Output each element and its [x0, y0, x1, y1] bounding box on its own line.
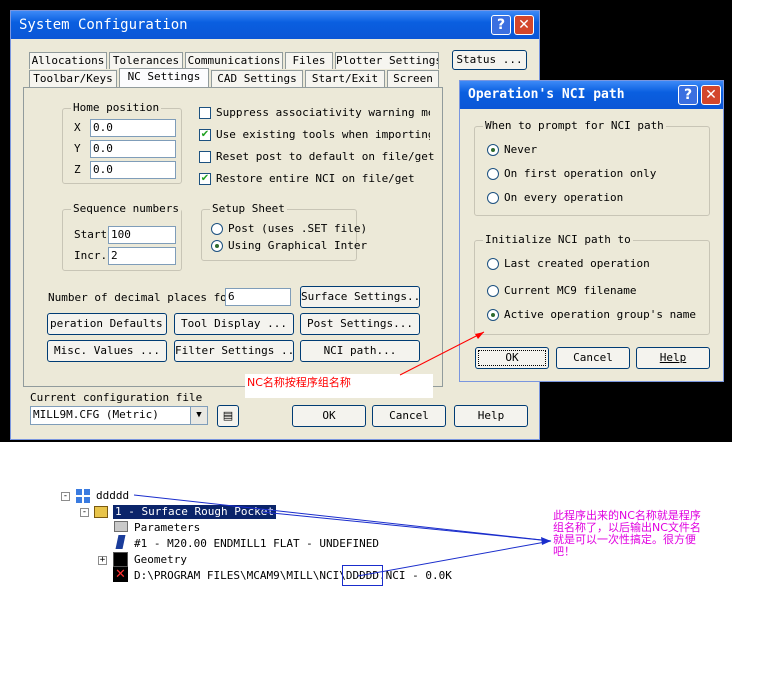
option-label: Use existing tools when importing op	[216, 128, 430, 141]
incr-label: Incr.	[74, 249, 108, 262]
checkbox-use-existing-tools[interactable]: ✔	[199, 129, 211, 141]
init-option-mc9: Current MC9 filename	[504, 284, 637, 297]
checkbox-reset-post[interactable]	[199, 151, 211, 163]
nci-dialog-title: Operation's NCI path	[468, 87, 625, 102]
operation-defaults-button[interactable]: peration Defaults ..	[47, 313, 167, 335]
radio-last-created[interactable]	[487, 258, 499, 270]
nci-help-button[interactable]: Help	[636, 347, 710, 369]
home-y-field[interactable]: 0.0	[90, 140, 176, 158]
nci-path-dialog: Operation's NCI path ? ✕ When to prompt …	[459, 80, 724, 382]
tab-files[interactable]: Files	[285, 52, 333, 69]
tree-geometry-label[interactable]: Geometry	[134, 553, 187, 567]
radio-post-set-file[interactable]	[211, 223, 223, 235]
blue-arrowhead	[541, 537, 551, 545]
config-file-label: Current configuration file	[30, 391, 203, 404]
config-file-value: MILL9M.CFG (Metric)	[33, 408, 159, 421]
option-label: Restore entire NCI on file/get	[216, 172, 415, 185]
tab-tolerances[interactable]: Tolerances	[109, 52, 183, 69]
y-label: Y	[74, 142, 81, 155]
checkbox-restore-nci[interactable]: ✔	[199, 173, 211, 185]
prompt-option-never: Never	[504, 143, 538, 156]
init-option-active: Active operation group's name	[504, 308, 697, 321]
init-option-last: Last created operation	[504, 257, 650, 270]
init-group-label: Initialize NCI path to	[483, 233, 633, 247]
root-collapse-icon[interactable]: -	[61, 492, 70, 501]
status-button[interactable]: Status ...	[452, 50, 527, 70]
tree-operation-label[interactable]: 1 - Surface Rough Pocket	[113, 505, 276, 519]
surface-settings-button[interactable]: Surface Settings...	[300, 286, 420, 308]
arrow-note-text: NC名称按程序组名称	[247, 376, 351, 389]
misc-values-button[interactable]: Misc. Values ...	[47, 340, 167, 362]
nci-path-button[interactable]: NCI path...	[300, 340, 420, 362]
radio-first-operation[interactable]	[487, 168, 499, 180]
tab-cad-settings[interactable]: CAD Settings	[211, 70, 303, 87]
tree-parameters-label[interactable]: Parameters	[134, 521, 200, 535]
option-label: Suppress associativity warning messa	[216, 106, 430, 119]
home-z-field[interactable]: 0.0	[90, 161, 176, 179]
radio-every-operation[interactable]	[487, 192, 499, 204]
close-icon[interactable]: ✕	[514, 15, 534, 35]
tree-root-label[interactable]: ddddd	[96, 489, 129, 503]
tab-screen[interactable]: Screen	[387, 70, 439, 87]
config-file-browse-icon[interactable]: ▤	[217, 405, 239, 427]
tab-allocations[interactable]: Allocations	[29, 52, 107, 69]
tree-tool-label[interactable]: #1 - M20.00 ENDMILL1 FLAT - UNDEFINED	[134, 537, 379, 551]
chevron-down-icon[interactable]: ▼	[190, 407, 207, 424]
help-icon[interactable]: ?	[678, 85, 698, 105]
tab-toolbar-keys[interactable]: Toolbar/Keys	[29, 70, 117, 87]
operation-collapse-icon[interactable]: -	[80, 508, 89, 517]
start-label: Start	[74, 228, 108, 241]
radio-current-mc9[interactable]	[487, 285, 499, 297]
prompt-option-every: On every operation	[504, 191, 624, 204]
sequence-numbers-label: Sequence numbers	[71, 202, 181, 216]
nci-path-suffix: .NCI - 0.0K	[379, 569, 452, 582]
decimal-places-label: Number of decimal places for	[48, 291, 234, 304]
system-configuration-titlebar[interactable]: System Configuration	[11, 11, 539, 39]
root-folder-icon	[76, 489, 90, 503]
help-button[interactable]: Help	[454, 405, 528, 427]
z-label: Z	[74, 163, 81, 176]
filter-settings-button[interactable]: Filter Settings ...	[174, 340, 294, 362]
parameters-folder-icon	[114, 521, 128, 532]
prompt-group-label: When to prompt for NCI path	[483, 119, 666, 133]
x-label: X	[74, 121, 81, 134]
nci-cancel-button[interactable]: Cancel	[556, 347, 630, 369]
geometry-icon	[113, 552, 128, 567]
sequence-incr-field[interactable]: 2	[108, 247, 176, 265]
prompt-option-first: On first operation only	[504, 167, 657, 180]
nci-ok-button[interactable]: OK	[475, 347, 549, 369]
tab-start-exit[interactable]: Start/Exit	[305, 70, 385, 87]
nci-path-prefix: D:\PROGRAM FILES\MCAM9\MILL\NCI\	[134, 569, 346, 582]
config-file-select[interactable]: MILL9M.CFG (Metric) ▼	[30, 406, 208, 425]
post-settings-button[interactable]: Post Settings...	[300, 313, 420, 335]
window-title: System Configuration	[19, 17, 188, 33]
setup-sheet-label: Setup Sheet	[210, 202, 287, 216]
cancel-button[interactable]: Cancel	[372, 405, 446, 427]
help-icon[interactable]: ?	[491, 15, 511, 35]
sequence-start-field[interactable]: 100	[108, 226, 176, 244]
option-label: Reset post to default on file/get	[216, 150, 435, 163]
tree-nci-path[interactable]: D:\PROGRAM FILES\MCAM9\MILL\NCI\DDDDD.NC…	[134, 565, 452, 586]
checkbox-suppress-associativity[interactable]	[199, 107, 211, 119]
home-position-label: Home position	[71, 101, 162, 115]
geometry-expand-icon[interactable]: +	[98, 556, 107, 565]
operation-folder-icon	[94, 506, 108, 518]
tree-note-text: 此程序出来的NC名称就是程序组名称了，以后输出NC文件名就是可以一次性搞定。很方…	[553, 509, 701, 558]
radio-never[interactable]	[487, 144, 499, 156]
radio-active-group[interactable]	[487, 309, 499, 321]
tab-plotter-settings[interactable]: Plotter Settings	[335, 52, 439, 69]
tab-communications[interactable]: Communications	[185, 52, 283, 69]
setup-option-post: Post (uses .SET file)	[228, 222, 368, 235]
nci-path-highlight: DDDDD	[341, 565, 384, 586]
decimal-places-field[interactable]: 6	[225, 288, 291, 306]
close-icon[interactable]: ✕	[701, 85, 721, 105]
home-x-field[interactable]: 0.0	[90, 119, 176, 137]
nci-file-icon: ✕	[113, 567, 128, 582]
tool-icon	[115, 535, 126, 549]
tab-nc-settings[interactable]: NC Settings	[119, 68, 209, 87]
tool-display-button[interactable]: Tool Display ...	[174, 313, 294, 335]
setup-option-graphical: Using Graphical Inter	[228, 239, 368, 252]
ok-button[interactable]: OK	[292, 405, 366, 427]
radio-graphical-interface[interactable]	[211, 240, 223, 252]
